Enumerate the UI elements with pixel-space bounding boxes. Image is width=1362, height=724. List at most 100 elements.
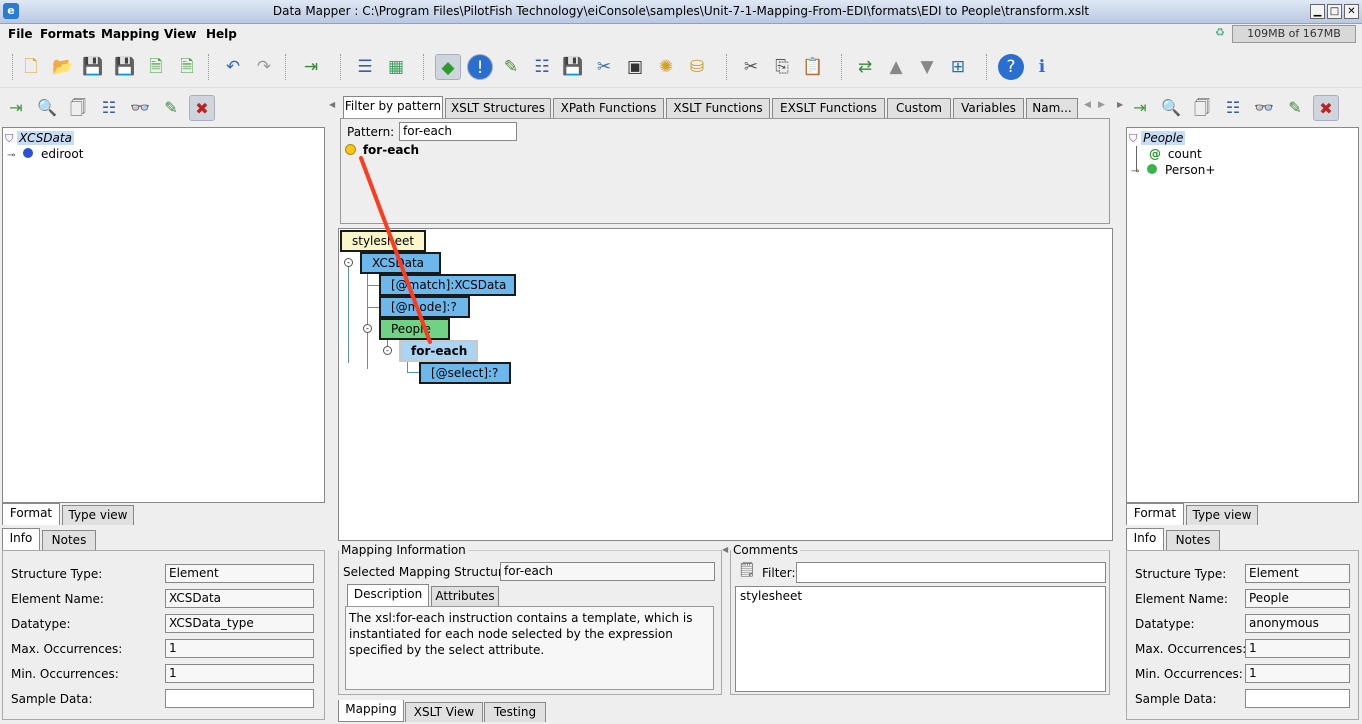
- move-up-icon[interactable]: ▲: [883, 54, 909, 80]
- tab-format[interactable]: Format: [1126, 503, 1184, 525]
- tree-node-count[interactable]: @ count: [1149, 147, 1202, 161]
- new-file-icon[interactable]: 🗋: [18, 54, 44, 80]
- max-occurrences-field[interactable]: 1: [1245, 639, 1350, 658]
- save-mapping-icon[interactable]: 💾: [560, 54, 586, 80]
- tab-exslt-functions[interactable]: EXSLT Functions: [772, 98, 885, 118]
- tab-type-view[interactable]: Type view: [62, 505, 134, 525]
- tab-xslt-view[interactable]: XSLT View: [405, 702, 483, 722]
- open-folder-icon[interactable]: 📂: [50, 54, 76, 80]
- structures-icon[interactable]: ◆: [435, 54, 461, 80]
- left-page-icon[interactable]: 🗍: [65, 95, 91, 121]
- cut-icon[interactable]: ✂: [738, 54, 764, 80]
- save-icon[interactable]: 💾: [80, 54, 106, 80]
- node-people[interactable]: People: [379, 318, 450, 340]
- left-search-icon[interactable]: 🔍: [34, 95, 60, 121]
- copy-icon[interactable]: ⎘: [769, 54, 795, 80]
- move-down-icon[interactable]: ▼: [914, 54, 940, 80]
- add-document-icon[interactable]: 🗎: [143, 54, 169, 80]
- edit-icon[interactable]: ✎: [498, 54, 524, 80]
- node-mode-attribute[interactable]: [@mode]:?: [379, 296, 470, 318]
- datatype-field[interactable]: XCSData_type: [165, 614, 314, 633]
- move-node-icon[interactable]: ⇄: [852, 54, 878, 80]
- node-match-attribute[interactable]: [@match]:XCSData: [379, 274, 516, 296]
- pattern-result-item[interactable]: for-each: [345, 143, 419, 157]
- blocks-icon[interactable]: ▦: [383, 54, 409, 80]
- paste-icon[interactable]: 📋: [800, 54, 826, 80]
- about-icon[interactable]: ℹ: [1029, 54, 1055, 80]
- collapse-left-icon[interactable]: ◀: [329, 100, 335, 109]
- right-delete-icon[interactable]: ✖: [1313, 95, 1339, 121]
- maximize-button[interactable]: □: [1327, 4, 1342, 19]
- tools-icon[interactable]: ✂: [591, 54, 617, 80]
- save-as-icon[interactable]: 💾: [112, 54, 138, 80]
- tab-filter-by-pattern[interactable]: Filter by pattern: [343, 96, 443, 118]
- tab-info[interactable]: Info: [2, 528, 40, 550]
- selected-structure-field[interactable]: for-each: [500, 562, 715, 581]
- menu-view[interactable]: View: [164, 27, 196, 41]
- tree-node-person[interactable]: ⊸ Person+: [1131, 163, 1215, 177]
- sample-data-field[interactable]: [1245, 689, 1350, 708]
- tab-info[interactable]: Info: [1126, 528, 1164, 550]
- add-page-icon[interactable]: 🗎: [174, 54, 200, 80]
- tree-node-ediroot[interactable]: ⊸ ediroot: [7, 147, 83, 161]
- menu-mapping[interactable]: Mapping: [101, 27, 159, 41]
- structure-type-field[interactable]: Element: [165, 564, 314, 583]
- tab-scroll-left-icon[interactable]: ◀: [1084, 100, 1091, 110]
- tab-notes[interactable]: Notes: [42, 530, 96, 550]
- garbage-collect-icon[interactable]: ♻: [1213, 26, 1227, 40]
- undo-icon[interactable]: ↶: [220, 54, 246, 80]
- tree-node-people[interactable]: ⛉ People: [1129, 131, 1186, 146]
- tab-xpath-functions[interactable]: XPath Functions: [553, 98, 664, 118]
- max-occurrences-field[interactable]: 1: [165, 639, 314, 658]
- pattern-input[interactable]: for-each: [399, 122, 517, 141]
- collapse-icon[interactable]: -: [383, 346, 392, 355]
- tab-xslt-functions[interactable]: XSLT Functions: [666, 98, 770, 118]
- structure-type-field[interactable]: Element: [1245, 564, 1350, 583]
- info-icon[interactable]: !: [467, 54, 493, 80]
- tree-node-xcsdata[interactable]: ⛉ XCSData: [5, 131, 74, 146]
- menu-file[interactable]: File: [8, 27, 33, 41]
- database-icon[interactable]: ⛁: [684, 54, 710, 80]
- mapping-canvas[interactable]: stylesheet - XCSData [@match]:XCSData [@…: [338, 228, 1113, 541]
- list-view-icon[interactable]: ☰: [352, 54, 378, 80]
- tab-custom[interactable]: Custom: [887, 98, 951, 118]
- tab-mapping[interactable]: Mapping: [338, 700, 404, 722]
- comments-text[interactable]: stylesheet: [735, 586, 1106, 692]
- right-import-icon[interactable]: ⇥: [1127, 95, 1153, 121]
- node-for-each[interactable]: for-each: [399, 340, 478, 362]
- hierarchy-icon[interactable]: ⊞: [945, 54, 971, 80]
- collapse-icon[interactable]: -: [344, 258, 353, 267]
- tab-notes[interactable]: Notes: [1166, 530, 1220, 550]
- tab-namespaces[interactable]: Nam...: [1026, 98, 1078, 118]
- tab-variables[interactable]: Variables: [953, 98, 1024, 118]
- menu-help[interactable]: Help: [206, 27, 237, 41]
- right-list-icon[interactable]: ☷: [1220, 95, 1246, 121]
- preview-icon[interactable]: ▣: [622, 54, 648, 80]
- left-edit-icon[interactable]: ✎: [158, 95, 184, 121]
- left-import-icon[interactable]: ⇥: [3, 95, 29, 121]
- left-binoculars-icon[interactable]: 👓: [127, 95, 153, 121]
- left-delete-icon[interactable]: ✖: [189, 95, 215, 121]
- tab-testing[interactable]: Testing: [484, 702, 546, 722]
- expand-icon[interactable]: ⊸: [1131, 166, 1139, 177]
- node-select-attribute[interactable]: [@select]:?: [419, 362, 511, 384]
- tab-scroll-right-icon[interactable]: ▶: [1098, 100, 1105, 110]
- datatype-field[interactable]: anonymous: [1245, 614, 1350, 633]
- collapse-icon[interactable]: -: [363, 324, 372, 333]
- close-button[interactable]: ✕: [1344, 4, 1359, 19]
- import-icon[interactable]: ⇥: [298, 54, 324, 80]
- tab-xslt-structures[interactable]: XSLT Structures: [445, 98, 551, 118]
- expand-icon[interactable]: ⊸: [7, 150, 15, 161]
- collapse-right-icon[interactable]: ▶: [1117, 100, 1123, 109]
- help-icon[interactable]: ?: [998, 54, 1024, 80]
- comments-filter-input[interactable]: [796, 562, 1106, 583]
- right-edit-icon[interactable]: ✎: [1282, 95, 1308, 121]
- node-stylesheet[interactable]: stylesheet: [340, 230, 426, 252]
- node-xcsdata[interactable]: XCSData: [360, 252, 441, 274]
- settings-icon[interactable]: ✺: [653, 54, 679, 80]
- element-name-field[interactable]: People: [1245, 589, 1350, 608]
- right-search-icon[interactable]: 🔍: [1158, 95, 1184, 121]
- tab-type-view[interactable]: Type view: [1186, 505, 1258, 525]
- collapse-comments-icon[interactable]: ◀: [722, 545, 728, 554]
- menu-formats[interactable]: Formats: [40, 27, 95, 41]
